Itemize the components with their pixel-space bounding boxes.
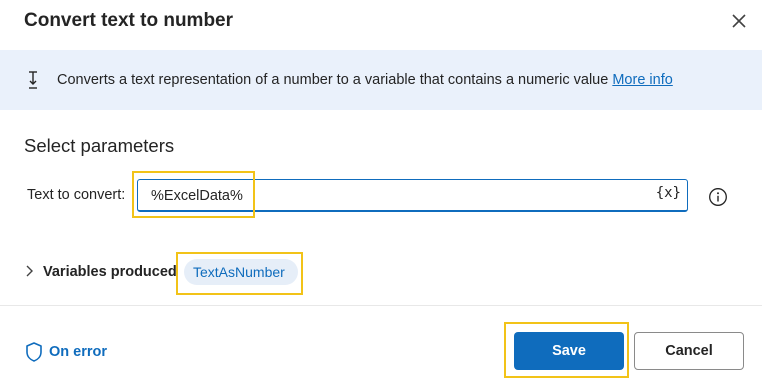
dialog-title: Convert text to number [24, 10, 234, 31]
on-error-label: On error [49, 344, 108, 360]
info-circle-icon[interactable] [708, 187, 728, 207]
text-to-convert-input[interactable]: %ExcelData% {x} [137, 179, 688, 212]
text-to-convert-label: Text to convert: [27, 187, 126, 203]
section-title: Select parameters [24, 135, 175, 156]
chevron-right-icon[interactable] [24, 264, 36, 278]
variable-chip-text: TextAsNumber [193, 264, 285, 280]
info-banner: Converts a text representation of a numb… [0, 50, 762, 110]
save-button[interactable]: Save [514, 332, 624, 370]
convert-text-dialog: Convert text to number Converts a text r… [0, 0, 762, 382]
close-icon [732, 14, 746, 28]
shield-icon [26, 342, 42, 362]
variables-produced-label[interactable]: Variables produced [43, 264, 177, 280]
info-description: Converts a text representation of a numb… [57, 72, 673, 88]
cancel-button[interactable]: Cancel [634, 332, 744, 370]
footer-divider [0, 305, 762, 306]
text-to-convert-value: %ExcelData% [151, 188, 243, 204]
more-info-link[interactable]: More info [612, 72, 672, 88]
variable-picker-button[interactable]: {x} [656, 185, 681, 201]
convert-icon [29, 71, 37, 89]
close-button[interactable] [728, 10, 750, 32]
info-description-text: Converts a text representation of a numb… [57, 72, 613, 88]
variable-chip[interactable]: TextAsNumber [184, 259, 298, 285]
